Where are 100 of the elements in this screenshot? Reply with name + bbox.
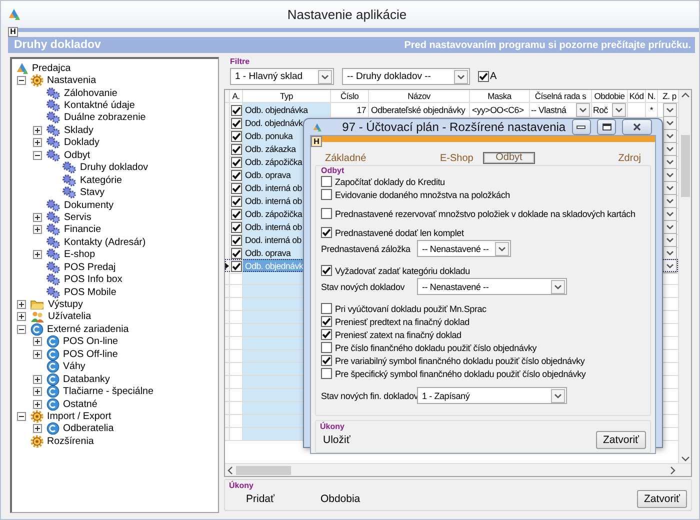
tree-item[interactable]: Duálne zobrazenie: [63, 112, 147, 124]
checkbox[interactable]: [478, 71, 489, 82]
checkbox[interactable]: [321, 227, 332, 238]
checkbox[interactable]: [321, 342, 332, 353]
checkbox[interactable]: [321, 316, 332, 327]
expand-icon[interactable]: [17, 300, 26, 310]
checkbox[interactable]: [321, 355, 332, 366]
tree-item[interactable]: Kontaktné údaje: [63, 100, 136, 112]
collapse-icon[interactable]: [17, 76, 26, 86]
tree-item[interactable]: Kontakty (Adresár): [63, 236, 147, 248]
expand-icon[interactable]: [33, 350, 42, 359]
collapse-icon[interactable]: [33, 150, 42, 160]
tree-item[interactable]: Druhy dokladov: [79, 162, 150, 174]
checkbox[interactable]: [321, 329, 332, 340]
checkbox[interactable]: [230, 182, 242, 194]
checkbox[interactable]: [230, 144, 242, 154]
tree-item[interactable]: Nastavenia: [46, 75, 98, 86]
help-button[interactable]: H: [311, 136, 322, 147]
gears-icon: [62, 174, 77, 187]
checkbox[interactable]: [321, 368, 332, 379]
tree-item[interactable]: Váhy: [62, 361, 86, 372]
expand-icon[interactable]: [33, 225, 42, 234]
select-field[interactable]: 1 - Zapísaný: [417, 387, 567, 404]
tab[interactable]: E-Shop: [438, 152, 476, 164]
tree-item[interactable]: E-shop: [63, 249, 96, 260]
tab[interactable]: Zdroj: [616, 152, 643, 164]
checkbox[interactable]: [230, 208, 242, 220]
tree-item[interactable]: Servis: [63, 212, 92, 223]
tree-item[interactable]: Import / Export: [46, 410, 112, 422]
tree-item[interactable]: Výstupy: [47, 299, 84, 310]
action-link[interactable]: Pridať: [243, 492, 278, 506]
tree-item[interactable]: Odberatelia: [62, 423, 115, 434]
tree-item[interactable]: Tlačiarne - špeciálne: [62, 386, 154, 398]
checkbox[interactable]: [321, 265, 332, 276]
checkbox[interactable]: [321, 303, 332, 314]
gears-icon: [46, 198, 61, 212]
action-link[interactable]: Obdobia: [317, 492, 364, 506]
select-field[interactable]: -- Nenastavené --: [417, 278, 567, 295]
gear-icon: [30, 410, 44, 423]
checkbox[interactable]: [230, 118, 242, 128]
tree-item[interactable]: POS Mobile: [63, 286, 118, 298]
action-link[interactable]: Uložiť: [320, 433, 354, 447]
close-button[interactable]: [622, 119, 652, 135]
expand-icon[interactable]: [33, 212, 42, 222]
tree-item[interactable]: Zálohovanie: [63, 88, 118, 99]
tree-item[interactable]: Sklady: [63, 124, 94, 136]
action-button[interactable]: Zatvoriť: [596, 431, 646, 449]
expand-icon[interactable]: [17, 312, 26, 322]
tree-item[interactable]: Databanky: [62, 374, 111, 385]
select-field[interactable]: -- Nenastavené --: [417, 240, 511, 257]
help-button[interactable]: H: [8, 27, 18, 37]
warehouse-dropdown[interactable]: 1 - Hlavný sklad: [230, 68, 334, 85]
expand-icon[interactable]: [33, 250, 42, 260]
checkbox[interactable]: [230, 234, 242, 246]
minimize-button[interactable]: [572, 119, 592, 135]
tree-item[interactable]: Stavy: [79, 187, 106, 198]
checkbox[interactable]: [230, 196, 242, 206]
checkbox[interactable]: [321, 208, 332, 219]
expand-icon[interactable]: [33, 374, 42, 384]
checkbox[interactable]: [321, 189, 332, 200]
gears-icon: [62, 186, 77, 200]
checkbox[interactable]: [230, 170, 242, 180]
expand-icon[interactable]: [33, 138, 42, 148]
tree-item[interactable]: Kategórie: [79, 174, 123, 186]
tree-item[interactable]: Ostatné: [62, 398, 98, 410]
minimize-icon: [576, 124, 586, 130]
expand-icon[interactable]: [33, 424, 42, 434]
column-header: Kód: [628, 90, 646, 103]
collapse-icon[interactable]: [17, 412, 26, 421]
caret-icon: [612, 103, 626, 117]
checkbox[interactable]: [230, 222, 242, 232]
tree-item[interactable]: Doklady: [63, 137, 100, 148]
tree-item[interactable]: Rozšírenia: [46, 436, 95, 447]
gears-icon: [46, 223, 61, 236]
tree-item[interactable]: Financie: [63, 224, 102, 236]
tree-item[interactable]: POS Predaj: [63, 262, 117, 273]
tree-item[interactable]: Užívatelia: [47, 311, 92, 322]
tree-item[interactable]: Predajca: [31, 62, 72, 74]
checkbox[interactable]: [230, 156, 242, 168]
document-type-dropdown[interactable]: -- Druhy dokladov --: [342, 68, 470, 85]
checkbox[interactable]: [230, 248, 242, 258]
tree-item[interactable]: POS Off-line: [62, 348, 119, 360]
expand-icon[interactable]: [33, 387, 42, 396]
tree-item[interactable]: Externé zariadenia: [46, 324, 130, 335]
checkbox[interactable]: [230, 130, 242, 142]
checkbox[interactable]: [230, 260, 242, 272]
tree-item[interactable]: POS Info box: [63, 274, 124, 286]
expand-icon[interactable]: [33, 126, 42, 135]
collapse-icon[interactable]: [17, 324, 26, 334]
checkbox[interactable]: [321, 176, 332, 187]
expand-icon[interactable]: [33, 400, 42, 409]
expand-icon[interactable]: [33, 337, 42, 346]
tab[interactable]: Odbyt: [483, 152, 535, 164]
maximize-button[interactable]: [597, 119, 616, 135]
tree-item[interactable]: Dokumenty: [63, 200, 115, 211]
action-button[interactable]: Zatvoriť: [636, 490, 687, 508]
column-header: Názov: [369, 90, 470, 103]
tree-item[interactable]: POS On-line: [62, 336, 119, 348]
tree-item[interactable]: Odbyt: [63, 150, 92, 161]
checkbox[interactable]: [230, 104, 242, 116]
